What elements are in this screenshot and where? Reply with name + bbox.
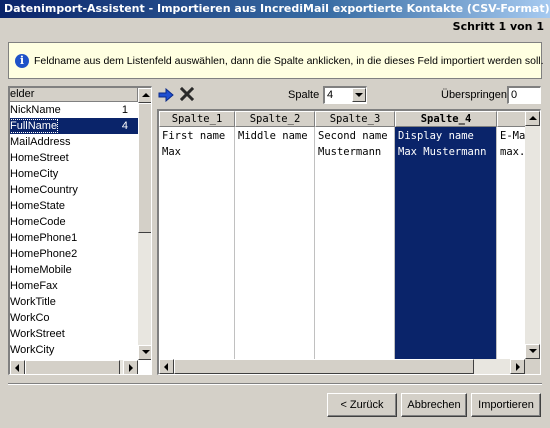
scroll-left-button[interactable] xyxy=(10,360,25,374)
scroll-down-button[interactable] xyxy=(138,345,151,360)
chevron-up-icon xyxy=(142,93,150,97)
column-select[interactable]: 4 xyxy=(323,86,367,104)
list-item[interactable]: WorkTitle xyxy=(10,294,138,310)
list-item[interactable]: HomePhone1 xyxy=(10,230,138,246)
list-item-label: HomeFax xyxy=(10,280,58,292)
list-item[interactable]: FullName 4 xyxy=(10,118,138,134)
grid-column[interactable]: Display name Max Mustermann xyxy=(395,127,497,359)
grid-vscrollbar[interactable] xyxy=(525,111,540,359)
scroll-left-button[interactable] xyxy=(159,359,174,374)
list-item-label: WorkStreet xyxy=(10,328,65,340)
fields-list-hscrollbar[interactable] xyxy=(10,360,138,374)
list-item-label: WorkCo xyxy=(10,312,50,324)
cancel-button[interactable]: Abbrechen xyxy=(401,393,467,417)
chevron-right-icon xyxy=(516,363,520,371)
list-item[interactable]: HomeCountry xyxy=(10,182,138,198)
list-item-label: HomeCountry xyxy=(10,184,78,196)
chevron-up-icon xyxy=(529,116,537,120)
info-box: i Feldname aus dem Listenfeld auswählen,… xyxy=(8,42,544,79)
column-header[interactable]: Spalte_4 xyxy=(395,111,497,127)
chevron-down-icon xyxy=(355,93,363,97)
chevron-right-icon xyxy=(129,364,133,372)
grid-column[interactable]: First name Max xyxy=(159,127,235,359)
grid-cell: First name xyxy=(162,130,226,142)
list-item-label: HomePhone1 xyxy=(10,232,78,244)
list-item-column-number: 4 xyxy=(121,120,128,132)
chevron-left-icon xyxy=(15,364,19,372)
list-item-label: HomePhone2 xyxy=(10,248,78,260)
hscroll-thumb[interactable] xyxy=(25,360,120,374)
chevron-down-icon xyxy=(529,349,537,353)
grid-cell: Max xyxy=(162,146,181,158)
list-item-label: FullName xyxy=(10,119,59,133)
chevron-left-icon xyxy=(164,363,168,371)
info-icon: i xyxy=(15,54,29,68)
grid-column[interactable]: Middle name xyxy=(235,127,315,359)
fields-list-vscrollbar[interactable] xyxy=(138,88,151,360)
column-header[interactable]: Spalte_1 xyxy=(159,111,235,127)
list-item[interactable]: WorkStreet xyxy=(10,326,138,342)
x-icon[interactable] xyxy=(179,86,195,104)
scroll-down-button[interactable] xyxy=(525,344,540,359)
column-select-dropdown-button[interactable] xyxy=(352,88,366,102)
list-item[interactable]: WorkCo xyxy=(10,310,138,326)
list-item[interactable]: HomeStreet xyxy=(10,150,138,166)
footer-separator xyxy=(8,383,542,385)
data-preview-grid[interactable]: Spalte_1 First name Max Spalte_2 Middle name… xyxy=(157,109,541,375)
grid-cell: Max Mustermann xyxy=(398,146,487,158)
list-item[interactable]: HomeMobile xyxy=(10,262,138,278)
column-header[interactable]: Spalte_3 xyxy=(315,111,395,127)
grid-cell: Mustermann xyxy=(318,146,382,158)
list-item-label: MailAddress xyxy=(10,136,71,148)
skip-label: Überspringen xyxy=(441,89,508,101)
list-item-label: HomeStreet xyxy=(10,152,69,164)
column-select-value: 4 xyxy=(327,89,334,101)
grid-cell: Middle name xyxy=(238,130,308,142)
hscroll-thumb[interactable] xyxy=(174,359,474,374)
arrow-right-icon[interactable] xyxy=(158,87,174,105)
step-indicator: Schritt 1 von 1 xyxy=(452,20,544,33)
grid-cell: E-Ma xyxy=(500,130,526,142)
list-item-label: HomeCity xyxy=(10,168,59,180)
fields-list-header-label: elder xyxy=(10,88,35,100)
list-item-label: NickName xyxy=(10,104,61,116)
list-item[interactable]: MailAddress xyxy=(10,134,138,150)
list-item[interactable]: HomeCode xyxy=(10,214,138,230)
grid-cell: max. xyxy=(500,146,526,158)
list-item[interactable]: HomeFax xyxy=(10,278,138,294)
title-bar: Datenimport-Assistent - Importieren aus … xyxy=(0,0,550,18)
scroll-thumb[interactable] xyxy=(138,103,151,233)
column-label: Spalte xyxy=(288,89,320,101)
import-button[interactable]: Importieren xyxy=(471,393,541,417)
list-item[interactable]: WorkCity xyxy=(10,342,138,358)
list-item[interactable]: HomePhone2 xyxy=(10,246,138,262)
list-item[interactable]: NickName 1 xyxy=(10,102,138,118)
column-header[interactable]: Spalte_2 xyxy=(235,111,315,127)
scroll-corner xyxy=(525,359,540,374)
list-item[interactable]: HomeCity xyxy=(10,166,138,182)
fields-list-header[interactable]: elder xyxy=(10,88,138,102)
back-button[interactable]: < Zurück xyxy=(327,393,397,417)
window-title: Datenimport-Assistent - Importieren aus … xyxy=(4,2,550,15)
skip-input-value: 0 xyxy=(511,89,518,101)
grid-cell: Second name xyxy=(318,130,388,142)
list-item-label: HomeState xyxy=(10,200,66,212)
list-item-label: HomeMobile xyxy=(10,264,72,276)
skip-input[interactable]: 0 xyxy=(507,86,541,104)
scroll-up-button[interactable] xyxy=(525,111,540,126)
fields-list[interactable]: elder NickName 1 FullName 4 MailAddress HomeS… xyxy=(8,86,152,375)
list-item-column-number: 1 xyxy=(121,104,128,116)
scroll-right-button[interactable] xyxy=(510,359,525,374)
scroll-up-button[interactable] xyxy=(138,88,151,103)
grid-cell: Display name xyxy=(398,130,474,142)
grid-hscrollbar[interactable] xyxy=(159,359,540,374)
list-item[interactable]: HomeState xyxy=(10,198,138,214)
chevron-down-icon xyxy=(142,350,150,354)
list-item-label: WorkTitle xyxy=(10,296,56,308)
scroll-right-button[interactable] xyxy=(123,360,138,374)
list-item-label: WorkCity xyxy=(10,344,55,356)
list-item-label: HomeCode xyxy=(10,216,66,228)
grid-column[interactable]: Second name Mustermann xyxy=(315,127,395,359)
info-text: Feldname aus dem Listenfeld auswählen, d… xyxy=(34,55,544,67)
